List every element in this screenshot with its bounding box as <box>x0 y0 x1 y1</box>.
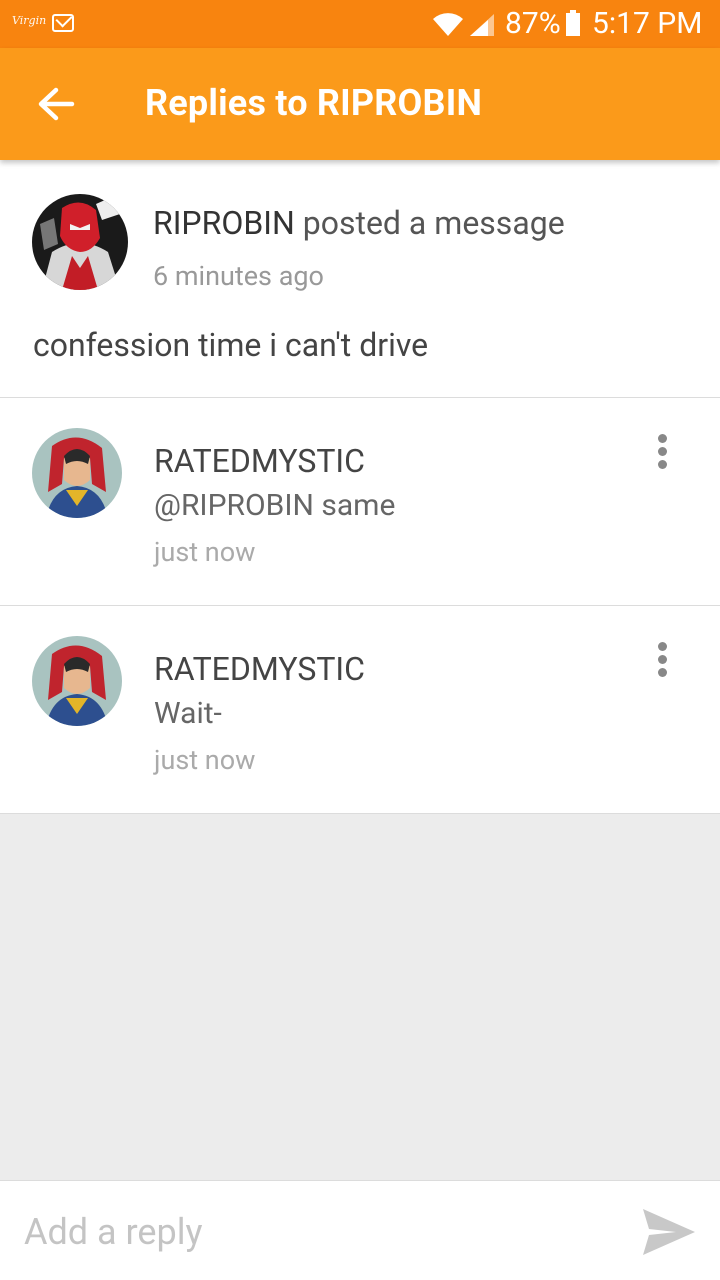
reply-username[interactable]: RATEDMYSTIC <box>154 650 365 688</box>
status-clock: 5:17 PM <box>592 6 703 41</box>
reply-item: RATEDMYSTIC Wait- just now <box>0 606 720 814</box>
more-vert-icon[interactable] <box>648 642 676 682</box>
avatar[interactable] <box>32 428 122 518</box>
reply-composer <box>0 1180 720 1280</box>
more-vert-icon[interactable] <box>648 434 676 474</box>
status-bar: Virgin 87% 5:17 PM <box>0 0 720 48</box>
reply-username[interactable]: RATEDMYSTIC <box>154 442 365 480</box>
wifi-icon <box>433 13 463 36</box>
battery-icon <box>566 10 580 36</box>
battery-percent: 87% <box>505 6 561 41</box>
mail-icon <box>52 14 74 32</box>
send-icon[interactable] <box>640 1205 698 1259</box>
reply-input[interactable] <box>24 1205 604 1259</box>
carrier-logo: Virgin <box>12 14 47 27</box>
signal-icon <box>470 14 494 36</box>
page-title: Replies to RIPROBIN <box>145 82 483 124</box>
reply-timestamp: just now <box>154 744 256 776</box>
post-action: posted a message <box>302 204 565 242</box>
avatar[interactable] <box>32 636 122 726</box>
back-arrow-icon[interactable] <box>36 82 76 126</box>
reply-text: @RIPROBIN same <box>154 488 396 523</box>
thread: RIPROBIN posted a message 6 minutes ago … <box>0 160 720 814</box>
post-timestamp: 6 minutes ago <box>153 260 324 292</box>
reply-text: Wait- <box>154 696 222 731</box>
post-header: RIPROBIN posted a message <box>153 204 565 242</box>
reply-item: RATEDMYSTIC @RIPROBIN same just now <box>0 398 720 606</box>
original-post: RIPROBIN posted a message 6 minutes ago … <box>0 160 720 398</box>
post-body: confession time i can't drive <box>33 326 429 364</box>
post-author[interactable]: RIPROBIN <box>153 204 295 242</box>
avatar[interactable] <box>32 194 128 290</box>
app-bar: Replies to RIPROBIN <box>0 48 720 160</box>
reply-timestamp: just now <box>154 536 256 568</box>
